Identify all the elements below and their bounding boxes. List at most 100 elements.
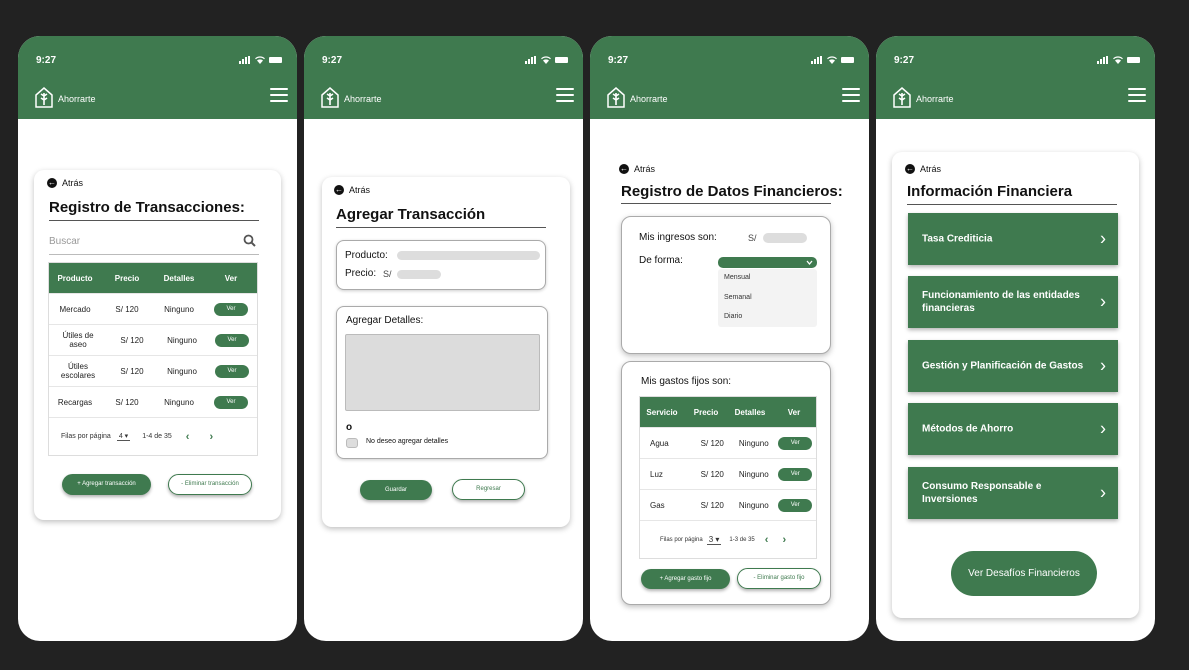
view-button[interactable]: Ver bbox=[778, 467, 813, 481]
col-precio: Precio bbox=[693, 407, 719, 417]
cell-detalles: Ninguno bbox=[164, 304, 194, 314]
delete-fixed-expense-label: Eliminar gasto fijo bbox=[757, 575, 805, 581]
transactions-card: ← Atrás Registro de Transacciones: Busca… bbox=[34, 170, 281, 520]
chevron-left-icon[interactable]: ‹ bbox=[765, 534, 769, 546]
hamburger-menu-icon[interactable] bbox=[1128, 88, 1146, 102]
table-row: Mercado S/ 120 Ninguno Ver bbox=[49, 293, 257, 324]
view-button[interactable]: Ver bbox=[215, 364, 249, 378]
cell-detalles: Ninguno bbox=[738, 438, 769, 448]
chevron-left-icon[interactable]: ‹ bbox=[186, 431, 190, 443]
col-producto: Producto bbox=[57, 273, 93, 283]
product-input[interactable] bbox=[397, 251, 540, 260]
title-divider bbox=[621, 203, 831, 204]
transactions-table: Producto Precio Detalles Ver Mercado S/ … bbox=[48, 262, 258, 456]
back-label: Atrás bbox=[349, 185, 371, 195]
chevron-right-icon: › bbox=[1100, 291, 1106, 312]
cell-detalles: Ninguno bbox=[167, 335, 197, 345]
brand-name: Ahorrarte bbox=[916, 94, 954, 104]
pagination: Filas por página 4 ▾ 1-4 de 35 ‹ › bbox=[49, 417, 257, 455]
table-row: Recargas S/ 120 Ninguno Ver bbox=[49, 386, 257, 417]
chevron-down-icon bbox=[806, 260, 813, 266]
topic-gestion-gastos[interactable]: Gestión y Planificación de Gastos › bbox=[908, 340, 1118, 392]
view-button[interactable]: Ver bbox=[214, 302, 248, 316]
fixed-expenses-table: Servicio Precio Detalles Ver Agua S/ 120… bbox=[639, 396, 817, 559]
add-transaction-card: ← Atrás Agregar Transacción Producto: Pr… bbox=[322, 177, 570, 527]
logo-icon bbox=[607, 87, 625, 108]
caret-down-icon: ▾ bbox=[124, 433, 129, 440]
add-transaction-button[interactable]: + Agregar transacción bbox=[62, 474, 151, 495]
return-button[interactable]: Regresar bbox=[452, 479, 525, 500]
back-link[interactable]: ← Atrás bbox=[47, 178, 83, 188]
view-button[interactable]: Ver bbox=[778, 498, 813, 512]
option-semanal[interactable]: Semanal bbox=[724, 294, 752, 301]
option-diario[interactable]: Diario bbox=[724, 313, 742, 320]
phone-screen-transactions: 9:27 Ahorrarte ← Atrás Registro de Trans… bbox=[18, 36, 297, 641]
status-time: 9:27 bbox=[608, 55, 629, 66]
back-link[interactable]: ← Atrás bbox=[905, 164, 941, 174]
back-link[interactable]: ← Atrás bbox=[619, 164, 655, 174]
search-icon[interactable] bbox=[243, 234, 256, 247]
app-header: 9:27 Ahorrarte bbox=[304, 36, 583, 119]
page-title: Información Financiera bbox=[907, 183, 1073, 200]
no-details-checkbox[interactable] bbox=[346, 438, 358, 448]
rows-per-page-value: 3 bbox=[708, 534, 714, 544]
cell-detalles: Ninguno bbox=[738, 500, 769, 510]
topic-metodos-ahorro[interactable]: Métodos de Ahorro › bbox=[908, 403, 1118, 455]
topic-label: Gestión y Planificación de Gastos bbox=[922, 360, 1084, 372]
delete-transaction-button[interactable]: - Eliminar transacción bbox=[168, 474, 252, 495]
page-range: 1-3 de 35 bbox=[729, 536, 755, 543]
income-input[interactable] bbox=[763, 233, 807, 243]
cell-servicio: Gas bbox=[650, 500, 665, 510]
option-mensual[interactable]: Mensual bbox=[724, 274, 750, 281]
table-row: Agua S/ 120 Ninguno Ver bbox=[640, 427, 816, 458]
pagination: Filas por página 3 ▾ 1-3 de 35 ‹ › bbox=[640, 520, 816, 558]
add-fixed-expense-button[interactable]: + Agregar gasto fijo bbox=[641, 569, 730, 589]
status-icons bbox=[1097, 56, 1141, 64]
details-form: Agregar Detalles: o No deseo agregar det… bbox=[336, 306, 548, 459]
page-title: Registro de Datos Financieros: bbox=[621, 183, 843, 200]
or-label: o bbox=[346, 422, 353, 433]
title-divider bbox=[49, 220, 259, 221]
chevron-right-icon[interactable]: › bbox=[209, 431, 213, 443]
frequency-select[interactable] bbox=[718, 257, 817, 268]
price-input[interactable] bbox=[397, 270, 441, 279]
battery-icon bbox=[555, 57, 568, 63]
hamburger-menu-icon[interactable] bbox=[270, 88, 288, 102]
topic-label: Tasa Crediticia bbox=[922, 233, 993, 245]
cell-precio: S/ 120 bbox=[115, 304, 139, 314]
add-transaction-label: Agregar transacción bbox=[82, 481, 136, 487]
cell-detalles: Ninguno bbox=[164, 397, 194, 407]
topic-entidades-financieras[interactable]: Funcionamiento de las entidades financie… bbox=[908, 276, 1118, 328]
rows-per-page-select[interactable]: 4 ▾ bbox=[116, 432, 131, 441]
hamburger-menu-icon[interactable] bbox=[556, 88, 574, 102]
view-button[interactable]: Ver bbox=[214, 395, 248, 409]
table-row: Útiles de aseo S/ 120 Ninguno Ver bbox=[49, 324, 257, 355]
cell-precio: S/ 120 bbox=[700, 438, 724, 448]
table-row: Útiles escolares S/ 120 Ninguno Ver bbox=[49, 355, 257, 386]
status-time: 9:27 bbox=[36, 55, 57, 66]
topic-consumo-responsable[interactable]: Consumo Responsable e Inversiones › bbox=[908, 467, 1118, 519]
details-label: Agregar Detalles: bbox=[346, 315, 424, 326]
cell-precio: S/ 120 bbox=[700, 500, 724, 510]
save-button[interactable]: Guardar bbox=[360, 480, 432, 500]
financial-challenges-button[interactable]: Ver Desafíos Financieros bbox=[951, 551, 1097, 596]
wifi-icon bbox=[1113, 56, 1123, 64]
topic-tasa-crediticia[interactable]: Tasa Crediticia › bbox=[908, 213, 1118, 265]
wifi-icon bbox=[255, 56, 265, 64]
hamburger-menu-icon[interactable] bbox=[842, 88, 860, 102]
cell-producto: Recargas bbox=[57, 397, 93, 407]
delete-fixed-expense-button[interactable]: - Eliminar gasto fijo bbox=[737, 568, 821, 589]
search-input[interactable]: Buscar bbox=[49, 236, 80, 247]
rows-per-page-value: 4 bbox=[118, 433, 123, 440]
chevron-right-icon[interactable]: › bbox=[782, 534, 786, 546]
fixed-expenses-card: Mis gastos fijos son: Servicio Precio De… bbox=[621, 361, 831, 605]
view-button[interactable]: Ver bbox=[215, 333, 249, 347]
view-button[interactable]: Ver bbox=[778, 436, 813, 450]
details-textarea[interactable] bbox=[345, 334, 540, 411]
battery-icon bbox=[1127, 57, 1140, 63]
rows-per-page-select[interactable]: 3 ▾ bbox=[706, 534, 722, 545]
logo-icon bbox=[35, 87, 53, 108]
back-link[interactable]: ← Atrás bbox=[334, 185, 370, 195]
app-header: 9:27 Ahorrarte bbox=[590, 36, 869, 119]
fixed-expenses-label: Mis gastos fijos son: bbox=[641, 376, 732, 387]
